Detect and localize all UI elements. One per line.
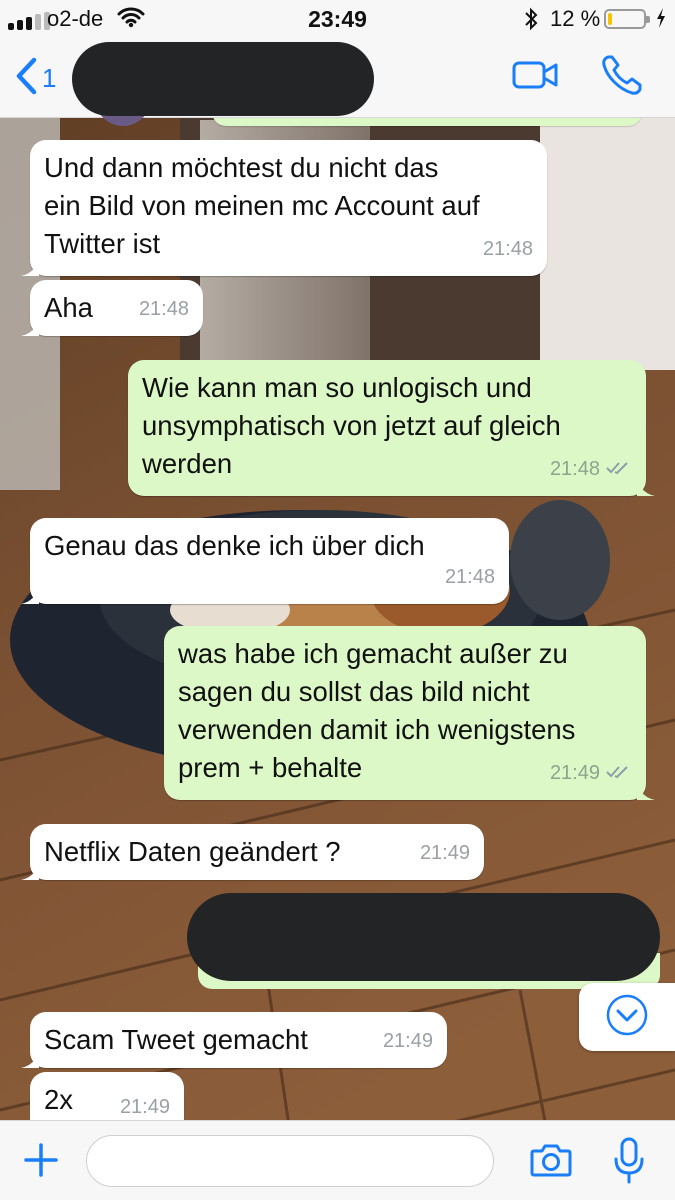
back-button[interactable]: 1 <box>14 56 56 101</box>
message-text: Genau das denke ich über dich <box>44 530 425 561</box>
camera-button[interactable] <box>530 1141 572 1184</box>
microphone-icon <box>612 1137 646 1189</box>
redacted-message <box>187 893 660 981</box>
message-bubble-incoming[interactable]: Genau das denke ich über dich 21:48 <box>21 518 509 604</box>
charging-bolt-icon <box>655 7 667 35</box>
message-time: 21:49 <box>549 762 600 784</box>
video-call-button[interactable] <box>512 60 558 95</box>
scroll-to-bottom-button[interactable] <box>579 983 675 1051</box>
message-time: 21:49 <box>119 1096 170 1118</box>
message-bubble-outgoing[interactable]: Wie kann man so unlogisch und unsymphati… <box>128 360 655 496</box>
message-bubble-incoming[interactable]: Netflix Daten geändert ? 21:49 <box>21 824 484 880</box>
battery-percentage: 12 % <box>550 6 601 31</box>
double-check-read-icon <box>606 754 632 792</box>
message-time: 21:48 <box>138 298 189 320</box>
unread-count: 1 <box>42 63 57 93</box>
voice-message-button[interactable] <box>612 1137 646 1190</box>
plus-icon <box>22 1143 60 1183</box>
message-input[interactable] <box>86 1135 494 1187</box>
message-bubble-incoming[interactable]: Scam Tweet gemacht 21:49 <box>21 1012 447 1068</box>
message-bubble-incoming[interactable]: 2x 21:49 <box>30 1072 184 1120</box>
partial-message-bubble[interactable] <box>212 118 642 126</box>
message-input-bar <box>0 1120 675 1200</box>
status-bar: o2-de 23:49 12 % <box>0 0 675 38</box>
phone-icon <box>600 55 644 101</box>
message-bubble-incoming[interactable]: Aha 21:48 <box>21 280 203 336</box>
message-text: Scam Tweet gemacht <box>44 1024 308 1055</box>
redacted-contact-name[interactable] <box>72 42 374 116</box>
message-time: 21:48 <box>444 566 495 588</box>
message-text: Netflix Daten geändert ? <box>44 836 341 867</box>
double-check-read-icon <box>606 450 632 488</box>
camera-icon <box>530 1144 572 1183</box>
chevron-down-circle-icon <box>605 993 649 1042</box>
chevron-left-icon <box>14 56 38 101</box>
message-list[interactable]: Und dann möchtest du nicht das ein Bild … <box>0 118 675 1120</box>
message-time: 21:49 <box>419 842 470 864</box>
message-time: 21:48 <box>549 458 600 480</box>
message-time: 21:49 <box>382 1030 433 1052</box>
attach-button[interactable] <box>22 1141 60 1184</box>
message-text: Und dann möchtest du nicht das ein Bild … <box>44 152 480 259</box>
battery-icon <box>604 9 650 29</box>
message-bubble-incoming[interactable]: Und dann möchtest du nicht das ein Bild … <box>21 140 547 276</box>
chat-header: 1 <box>0 38 675 126</box>
message-bubble-outgoing[interactable]: was habe ich gemacht außer zu sagen du s… <box>164 626 655 800</box>
video-camera-icon <box>512 61 558 94</box>
message-time: 21:48 <box>482 238 533 260</box>
voice-call-button[interactable] <box>600 53 644 102</box>
bluetooth-icon <box>524 7 538 37</box>
